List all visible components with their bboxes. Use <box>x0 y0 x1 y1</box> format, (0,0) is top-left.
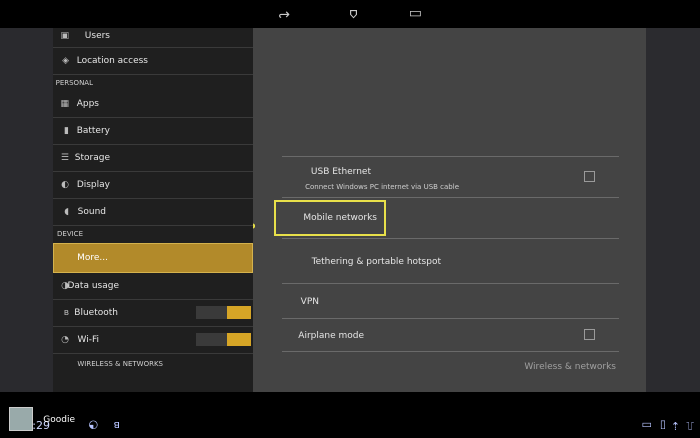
nav-item-sound[interactable]: Sound ◖ <box>53 198 253 226</box>
notification-thumbnail <box>9 407 33 431</box>
usb-icon: ⎍ <box>686 419 694 432</box>
upside-down-screen: ⎍ ⇣ ▯ ▭ ʙ ◔ 2:29 Goodie Wireless & netwo… <box>0 0 700 438</box>
status-bar: ⎍ ⇣ ▯ ▭ ʙ ◔ 2:29 <box>0 411 700 438</box>
tethering-label: Tethering & portable hotspot <box>311 257 441 267</box>
nav-item-label: Location access <box>76 56 148 66</box>
display-icon: ◐ <box>61 180 69 190</box>
nav-header-personal: PERSONAL <box>55 79 93 87</box>
bluetooth-icon: ʙ <box>63 308 69 318</box>
usb-ethernet-title: USB Ethernet <box>310 167 371 177</box>
nav-item-label: Users <box>84 31 110 41</box>
detail-pane: Wireless & networks Airplane mode VPN Te… <box>253 28 646 392</box>
nav-item-users[interactable]: Users ▣ <box>53 27 253 48</box>
nav-item-battery[interactable]: Battery ▮ <box>53 117 253 145</box>
usb-ethernet-subtitle: Connect Windows PC internet via USB cabl… <box>305 183 459 191</box>
wifi-toggle[interactable] <box>196 333 251 346</box>
back-arrow-icon[interactable]: ↩ <box>278 6 290 22</box>
nav-item-location[interactable]: Location access ◈ <box>53 47 253 75</box>
users-icon: ▣ <box>60 31 69 41</box>
location-icon: ◈ <box>62 56 69 66</box>
nav-item-label: Wi-Fi <box>77 335 99 345</box>
nav-item-more[interactable]: More... <box>53 243 253 273</box>
airplane-mode-label: Airplane mode <box>298 331 364 341</box>
divider <box>282 351 619 352</box>
home-icon[interactable]: ⌂ <box>349 6 358 22</box>
detail-section-title: Wireless & networks <box>524 362 616 372</box>
nav-item-label: More... <box>77 253 108 263</box>
nav-item-storage[interactable]: Storage ☰ <box>53 144 253 172</box>
nav-item-label: Apps <box>76 99 99 109</box>
sd-icon: ▯ <box>659 419 666 432</box>
nav-item-display[interactable]: Display ◐ <box>53 171 253 199</box>
notification-text: Goodie <box>43 415 75 425</box>
nav-item-label: Bluetooth <box>74 308 118 318</box>
sound-icon: ◖ <box>64 207 69 217</box>
nav-item-label: Storage <box>74 153 110 163</box>
nav-item-label: Data usage <box>67 281 119 291</box>
vpn-row[interactable]: VPN <box>282 284 619 318</box>
divider <box>282 283 619 284</box>
system-icons: ʙ ◔ <box>83 419 121 432</box>
wifi-toggle-knob <box>227 333 251 346</box>
settings-nav: WIRELESS & NETWORKS Wi-Fi ◔ Bluetooth ʙ … <box>53 27 253 392</box>
nav-item-bluetooth[interactable]: Bluetooth ʙ <box>53 299 253 327</box>
storage-icon: ☰ <box>60 153 69 163</box>
left-gutter <box>646 28 700 392</box>
highlight-box <box>274 200 386 236</box>
data-usage-icon: ◑ <box>61 281 69 291</box>
divider <box>282 238 619 239</box>
apps-icon: ▦ <box>60 99 69 109</box>
divider <box>282 318 619 319</box>
nav-header-device: DEVICE <box>57 230 83 238</box>
airplane-mode-row[interactable]: Airplane mode <box>282 319 619 351</box>
nav-item-data-usage[interactable]: Data usage ◑ <box>53 272 253 300</box>
bluetooth-icon: ʙ <box>107 419 120 432</box>
download-icon: ⇣ <box>670 419 680 432</box>
battery-notif-icon: ▭ <box>641 419 652 432</box>
nav-item-label: Sound <box>77 207 106 217</box>
usb-ethernet-row[interactable]: USB Ethernet Connect Windows PC internet… <box>282 157 619 197</box>
vpn-label: VPN <box>300 297 319 307</box>
right-gutter <box>0 28 53 392</box>
divider <box>282 156 619 157</box>
nav-header-wireless: WIRELESS & NETWORKS <box>77 360 163 368</box>
nav-item-wifi[interactable]: Wi-Fi ◔ <box>53 326 253 354</box>
battery-icon: ▮ <box>64 126 69 136</box>
notification-bar[interactable]: Goodie <box>0 390 700 431</box>
nav-item-apps[interactable]: Apps ▦ <box>53 90 253 118</box>
nav-item-label: Battery <box>76 126 110 136</box>
usb-ethernet-checkbox[interactable] <box>584 171 595 182</box>
tethering-row[interactable]: Tethering & portable hotspot <box>282 239 619 283</box>
bluetooth-toggle[interactable] <box>196 306 251 319</box>
nav-item-label: Display <box>76 180 110 190</box>
airplane-mode-checkbox[interactable] <box>584 329 595 340</box>
divider <box>282 197 619 198</box>
wifi-icon: ◔ <box>82 419 99 432</box>
bluetooth-toggle-knob <box>227 306 251 319</box>
wifi-icon: ◔ <box>61 335 69 345</box>
system-nav-bar: ▭ ⌂ ↩ <box>0 0 700 28</box>
recents-icon[interactable]: ▭ <box>409 6 422 22</box>
